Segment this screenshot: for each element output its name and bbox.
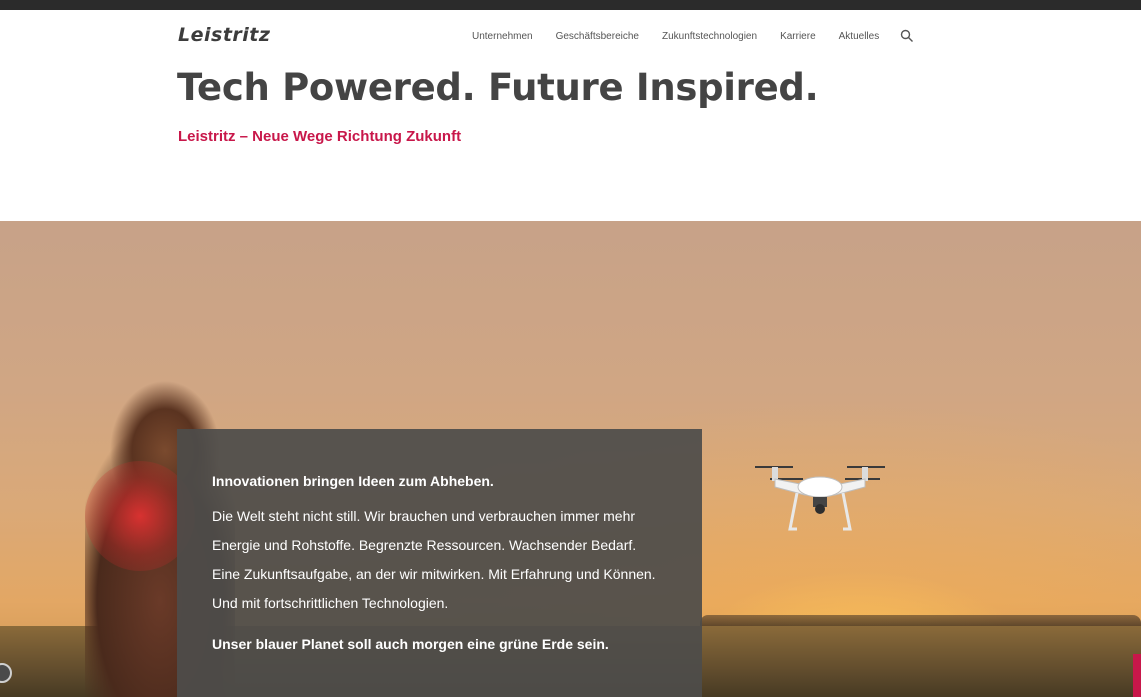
intro-closing: Unser blauer Planet soll auch morgen ein…: [212, 636, 609, 652]
site-header: Leistritz Unternehmen Geschäftsbereiche …: [0, 10, 1141, 221]
intro-text-box: Innovationen bringen Ideen zum Abheben. …: [177, 429, 702, 697]
nav-item-aktuelles[interactable]: Aktuelles: [839, 31, 880, 42]
nav-item-geschaeftsbereiche[interactable]: Geschäftsbereiche: [556, 31, 639, 42]
site-logo[interactable]: Leistritz: [178, 24, 270, 46]
main-nav: Unternehmen Geschäftsbereiche Zukunftste…: [472, 29, 914, 43]
drone-image: [755, 466, 885, 531]
intro-lead: Innovationen bringen Ideen zum Abheben.: [212, 473, 494, 489]
page-title: Tech Powered. Future Inspired.: [177, 66, 819, 109]
search-icon[interactable]: [900, 29, 914, 43]
intro-body: Die Welt steht nicht still. Wir brauchen…: [212, 508, 656, 611]
hero-image: Innovationen bringen Ideen zum Abheben. …: [0, 221, 1141, 697]
nav-item-zukunftstechnologien[interactable]: Zukunftstechnologien: [662, 31, 757, 42]
browser-top-bar: [0, 0, 1141, 10]
side-tab-button[interactable]: [1133, 654, 1141, 697]
page-subtitle: Leistritz – Neue Wege Richtung Zukunft: [178, 128, 462, 145]
nav-item-unternehmen[interactable]: Unternehmen: [472, 31, 533, 42]
nav-item-karriere[interactable]: Karriere: [780, 31, 816, 42]
